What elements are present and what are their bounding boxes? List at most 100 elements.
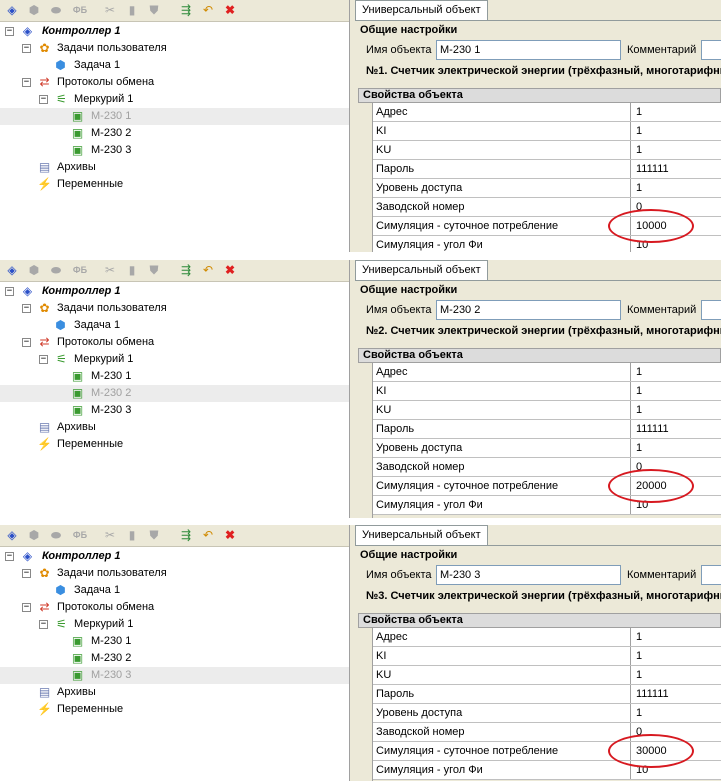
comment-field[interactable] [701,565,721,585]
tree-node-meter-1[interactable]: ▣ М-230 1 [0,368,349,385]
property-row[interactable]: KI 1 [373,647,721,666]
object-name-field[interactable]: М-230 2 [436,300,621,320]
tab-universal-object[interactable]: Универсальный объект [355,525,488,545]
property-value[interactable]: 1 [632,103,721,121]
fb-icon[interactable]: ФБ [70,2,90,18]
collapse-icon[interactable]: − [22,338,31,347]
property-value[interactable]: 1 [632,401,721,419]
shield-icon[interactable]: ⛊ [146,527,162,543]
property-value[interactable]: 0 [632,198,721,216]
property-row[interactable]: Пароль 111111 [373,160,721,179]
undo-icon[interactable]: ↶ [200,2,216,18]
property-row[interactable]: Уровень доступа 1 [373,439,721,458]
tree-node-meter-2[interactable]: ▣ М-230 2 [0,125,349,142]
property-value[interactable]: 30000 [632,742,721,760]
cube-icon[interactable]: ⬢ [26,262,42,278]
property-value[interactable]: 1 [632,382,721,400]
property-value[interactable]: 10 [632,761,721,779]
property-row[interactable]: KU 1 [373,141,721,160]
collapse-icon[interactable]: − [22,603,31,612]
property-row[interactable]: Заводской номер 0 [373,723,721,742]
collapse-icon[interactable]: − [39,355,48,364]
property-row[interactable]: Пароль 111111 [373,420,721,439]
property-value[interactable]: 1 [632,141,721,159]
controller-icon[interactable]: ◈ [4,262,20,278]
controller-icon[interactable]: ◈ [4,527,20,543]
tab-universal-object[interactable]: Универсальный объект [355,260,488,280]
property-row[interactable]: Заводской номер 0 [373,198,721,217]
cut-icon[interactable]: ✂ [102,262,118,278]
property-value[interactable]: 111111 [632,685,721,703]
property-value[interactable]: 10 [632,236,721,252]
delete-icon[interactable]: ▮ [124,527,140,543]
property-row[interactable]: Адрес 1 [373,363,721,382]
property-value[interactable]: 111111 [632,420,721,438]
collapse-icon[interactable]: − [5,287,14,296]
close-x-icon[interactable]: ✖ [222,262,238,278]
tree-node-archives[interactable]: ▤ Архивы [0,419,349,436]
collapse-icon[interactable]: − [39,620,48,629]
tree-node-meter-3[interactable]: ▣ М-230 3 [0,667,349,684]
tree-node-mercury[interactable]: − ⚟ Меркурий 1 [0,91,349,108]
property-value[interactable]: 10000 [632,217,721,235]
property-row[interactable]: KI 1 [373,122,721,141]
tree-node-variables[interactable]: ⚡ Переменные [0,701,349,718]
tree-node-protocols[interactable]: − ⇄ Протоколы обмена [0,334,349,351]
object-name-field[interactable]: М-230 1 [436,40,621,60]
property-row[interactable]: Симуляция - суточное потребление 20000 [373,477,721,496]
property-row[interactable]: KU 1 [373,401,721,420]
tree-node-mercury[interactable]: − ⚟ Меркурий 1 [0,351,349,368]
property-value[interactable]: 111111 [632,160,721,178]
tree-node-protocols[interactable]: − ⇄ Протоколы обмена [0,599,349,616]
property-value[interactable]: 1 [632,122,721,140]
tree-node-task[interactable]: ⬢ Задача 1 [0,317,349,334]
property-row[interactable]: Пароль 111111 [373,685,721,704]
property-value[interactable]: 1 [632,704,721,722]
tree-node-mercury[interactable]: − ⚟ Меркурий 1 [0,616,349,633]
close-x-icon[interactable]: ✖ [222,2,238,18]
comment-field[interactable] [701,40,721,60]
property-value[interactable]: 1 [632,628,721,646]
property-row[interactable]: KI 1 [373,382,721,401]
collapse-icon[interactable]: − [22,78,31,87]
tree-node-meter-2[interactable]: ▣ М-230 2 [0,650,349,667]
tree-node-archives[interactable]: ▤ Архивы [0,159,349,176]
delete-icon[interactable]: ▮ [124,262,140,278]
property-row[interactable]: Симуляция - угол Фи 10 [373,761,721,780]
property-value[interactable]: 1 [632,179,721,197]
drum-icon[interactable]: ⬬ [48,2,64,18]
tree-node-variables[interactable]: ⚡ Переменные [0,436,349,453]
property-row[interactable]: Адрес 1 [373,628,721,647]
property-row[interactable]: Адрес 1 [373,103,721,122]
cut-icon[interactable]: ✂ [102,2,118,18]
property-value[interactable]: 0 [632,458,721,476]
property-value[interactable]: 1 [632,363,721,381]
tree-node-meter-2[interactable]: ▣ М-230 2 [0,385,349,402]
drum-icon[interactable]: ⬬ [48,262,64,278]
property-row[interactable]: Симуляция - угол Фи 10 [373,236,721,252]
tree-node-meter-1[interactable]: ▣ М-230 1 [0,633,349,650]
add-tree-icon[interactable]: ⇶ [178,527,194,543]
tree-node-controller[interactable]: − ◈ Контроллер 1 [0,283,349,300]
property-row[interactable]: Уровень доступа 1 [373,704,721,723]
collapse-icon[interactable]: − [22,304,31,313]
property-value[interactable]: 1 [632,647,721,665]
tree-node-user-tasks[interactable]: − ✿ Задачи пользователя [0,40,349,57]
property-row[interactable]: Симуляция - угол Фи 10 [373,496,721,515]
tree-node-task[interactable]: ⬢ Задача 1 [0,582,349,599]
tree-node-controller[interactable]: − ◈ Контроллер 1 [0,23,349,40]
add-tree-icon[interactable]: ⇶ [178,262,194,278]
drum-icon[interactable]: ⬬ [48,527,64,543]
object-name-field[interactable]: М-230 3 [436,565,621,585]
tree-node-task[interactable]: ⬢ Задача 1 [0,57,349,74]
collapse-icon[interactable]: − [22,44,31,53]
controller-icon[interactable]: ◈ [4,2,20,18]
tree-node-meter-3[interactable]: ▣ М-230 3 [0,402,349,419]
collapse-icon[interactable]: − [22,569,31,578]
comment-field[interactable] [701,300,721,320]
fb-icon[interactable]: ФБ [70,527,90,543]
undo-icon[interactable]: ↶ [200,527,216,543]
shield-icon[interactable]: ⛊ [146,262,162,278]
property-value[interactable]: 20000 [632,477,721,495]
property-row[interactable]: Уровень доступа 1 [373,179,721,198]
